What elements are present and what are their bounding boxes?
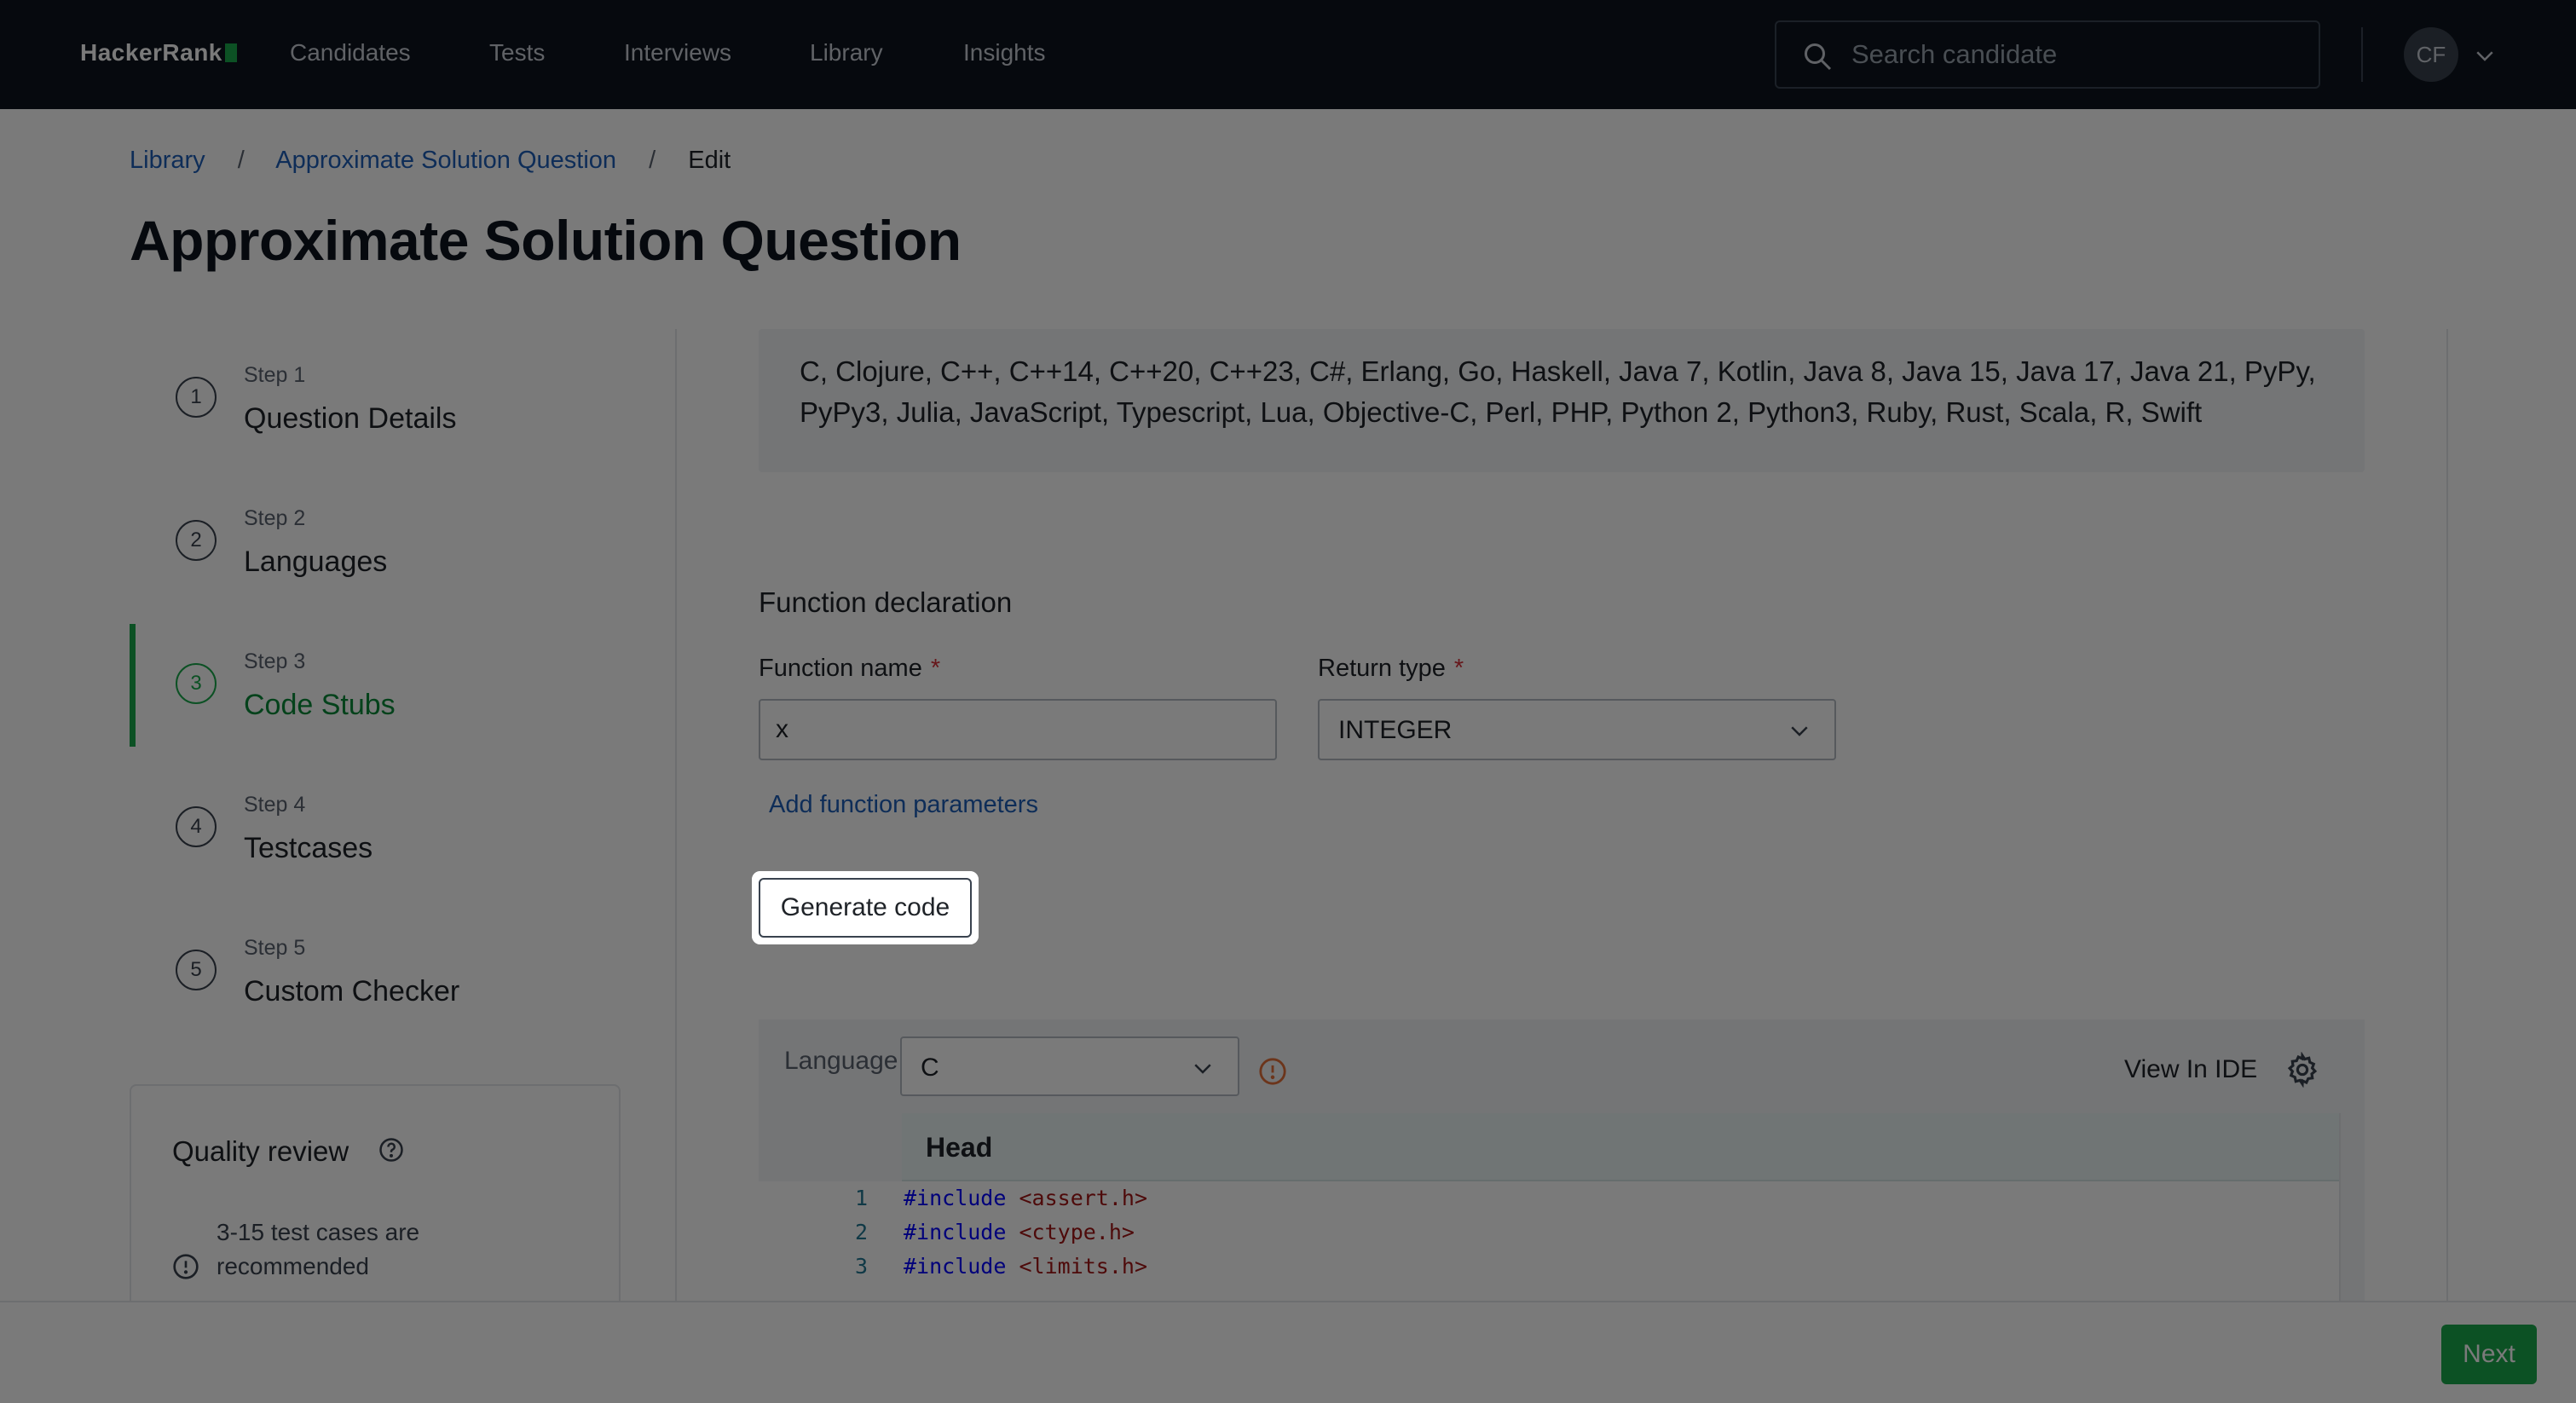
- language-select[interactable]: C: [900, 1036, 1239, 1096]
- code-editor[interactable]: 1 #include <assert.h> 2 #include <ctype.…: [759, 1181, 2339, 1301]
- quality-review-title: Quality review: [172, 1135, 349, 1167]
- breadcrumb-separator: /: [649, 147, 656, 174]
- step-code-stubs[interactable]: 3 Step 3 Code Stubs: [130, 619, 675, 747]
- step-label: Step 3: [244, 650, 306, 673]
- required-marker: *: [1453, 655, 1464, 682]
- chevron-down-icon: [1791, 726, 1808, 736]
- step-testcases[interactable]: 4 Step 4 Testcases: [130, 762, 675, 890]
- line-number: 2: [854, 1220, 868, 1244]
- code-section-label: Head: [926, 1132, 993, 1163]
- logo-mark-icon: [224, 43, 237, 62]
- nav-item-library[interactable]: Library: [810, 39, 883, 66]
- return-type-label: Return type *: [1318, 655, 1464, 682]
- breadcrumb-separator: /: [237, 147, 245, 174]
- breadcrumb-question[interactable]: Approximate Solution Question: [275, 147, 616, 174]
- allowed-languages-list: C, Clojure, C++, C++14, C++20, C++23, C#…: [800, 355, 2316, 428]
- breadcrumb-current: Edit: [688, 147, 731, 174]
- nav-item-insights[interactable]: Insights: [963, 39, 1046, 66]
- step-name: Code Stubs: [244, 689, 396, 721]
- step-languages[interactable]: 2 Step 2 Languages: [130, 476, 675, 603]
- sidebar-divider: [675, 329, 677, 1301]
- search-icon: [1805, 43, 1832, 71]
- step-label: Step 5: [244, 936, 306, 960]
- code-text: #include <ctype.h>: [904, 1220, 1135, 1244]
- code-scrollbar[interactable]: [2339, 1113, 2365, 1301]
- nav-item-candidates[interactable]: Candidates: [290, 39, 411, 66]
- code-line: 2 #include <ctype.h>: [759, 1215, 2339, 1250]
- generate-code-button[interactable]: Generate code: [759, 878, 972, 938]
- step-label: Step 4: [244, 793, 306, 817]
- function-declaration-heading: Function declaration: [759, 586, 1013, 618]
- hackerrank-logo[interactable]: HackerRank: [80, 39, 237, 66]
- step-label: Step 1: [244, 363, 306, 387]
- add-function-parameters-link[interactable]: Add function parameters: [769, 791, 1038, 819]
- step-custom-checker[interactable]: 5 Step 5 Custom Checker: [130, 905, 675, 1033]
- code-stub-panel: Language C View In IDE Head 1 #include <…: [759, 1019, 2365, 1301]
- info-icon: [173, 1254, 199, 1279]
- nav-divider: [2361, 27, 2363, 82]
- step-number: 3: [176, 663, 217, 704]
- line-number: 3: [854, 1254, 868, 1279]
- code-section-header[interactable]: Head: [902, 1113, 2339, 1181]
- language-label: Language: [784, 1047, 898, 1075]
- breadcrumb-library[interactable]: Library: [130, 147, 205, 174]
- page-title: Approximate Solution Question: [130, 209, 962, 272]
- next-button[interactable]: Next: [2441, 1325, 2537, 1384]
- breadcrumb: Library / Approximate Solution Question …: [130, 147, 731, 175]
- step-number: 5: [176, 950, 217, 990]
- nav-item-interviews[interactable]: Interviews: [624, 39, 731, 66]
- step-number: 4: [176, 806, 217, 847]
- allowed-languages-card: C, Clojure, C++, C++14, C++20, C++23, C#…: [759, 329, 2365, 472]
- line-number: 1: [854, 1186, 868, 1210]
- help-icon[interactable]: [378, 1137, 404, 1163]
- return-type-select[interactable]: INTEGER: [1318, 699, 1836, 760]
- step-label: Step 2: [244, 506, 306, 530]
- code-text: #include <assert.h>: [904, 1186, 1147, 1210]
- search-box[interactable]: [1775, 20, 2320, 89]
- search-input[interactable]: [1851, 34, 2295, 75]
- step-name: Testcases: [244, 832, 373, 864]
- step-number: 1: [176, 377, 217, 418]
- language-value: C: [921, 1054, 939, 1082]
- code-text: #include <limits.h>: [904, 1254, 1147, 1279]
- code-line: 3 #include <limits.h>: [759, 1250, 2339, 1284]
- function-name-input[interactable]: [759, 699, 1277, 760]
- gear-icon[interactable]: [2284, 1052, 2320, 1088]
- view-in-ide-button[interactable]: View In IDE: [2124, 1055, 2257, 1084]
- top-nav: HackerRank Candidates Tests Interviews L…: [0, 0, 2576, 109]
- chevron-down-icon[interactable]: [2472, 43, 2498, 68]
- quality-review-item: 3-15 test cases are recommended: [217, 1219, 420, 1279]
- required-marker: *: [930, 655, 941, 682]
- code-line: 1 #include <assert.h>: [759, 1181, 2339, 1215]
- footer-bar: Next: [0, 1301, 2576, 1403]
- content-divider: [2446, 329, 2448, 1301]
- chevron-down-icon: [1194, 1064, 1211, 1074]
- step-number: 2: [176, 520, 217, 561]
- step-name: Languages: [244, 546, 388, 578]
- avatar[interactable]: CF: [2404, 27, 2458, 82]
- nav-item-tests[interactable]: Tests: [489, 39, 545, 66]
- function-name-label: Function name *: [759, 655, 941, 682]
- step-question-details[interactable]: 1 Step 1 Question Details: [130, 332, 675, 460]
- step-name: Question Details: [244, 402, 457, 435]
- return-type-value: INTEGER: [1338, 716, 1453, 744]
- warning-icon[interactable]: [1258, 1057, 1287, 1086]
- step-name: Custom Checker: [244, 975, 460, 1008]
